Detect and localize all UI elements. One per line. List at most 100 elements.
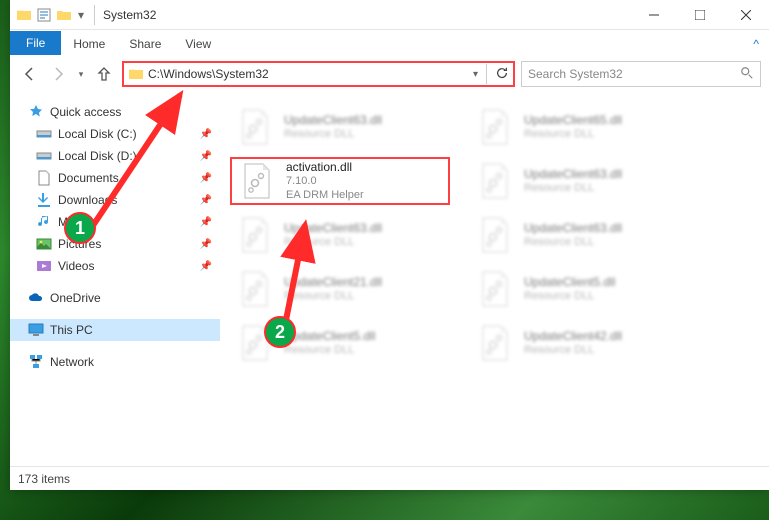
file-name: UpdateClient5.dll [524,275,615,290]
file-item-highlighted[interactable]: activation.dll 7.10.0 EA DRM Helper [230,157,450,205]
sidebar-item-disk-d[interactable]: Local Disk (D:)📌 [10,145,220,167]
file-name: UpdateClient21.dll [284,275,382,290]
file-item[interactable]: UpdateClient65.dll Resource DLL [470,103,690,151]
tab-view[interactable]: View [173,33,223,55]
file-item[interactable]: UpdateClient63.dll Resource DLL [230,211,450,259]
back-button[interactable] [18,62,42,86]
tab-home[interactable]: Home [61,33,117,55]
qat-new-folder-icon[interactable] [56,7,72,23]
annotation-marker-2: 2 [264,316,296,348]
content-area: Quick access Local Disk (C:)📌 Local Disk… [10,93,769,466]
forward-button[interactable] [46,62,70,86]
dll-icon [474,268,516,310]
network-icon [28,354,44,370]
search-input[interactable]: Search System32 [521,61,761,87]
sidebar-network[interactable]: Network [10,351,220,373]
sidebar-item-documents[interactable]: Documents📌 [10,167,220,189]
file-item[interactable]: UpdateClient42.dll Resource DLL [470,319,690,367]
file-item[interactable]: UpdateClient63.dll Resource DLL [470,211,690,259]
dll-icon [474,214,516,256]
file-desc: Resource DLL [524,128,622,142]
file-desc: Resource DLL [524,344,622,358]
status-bar: 173 items [10,466,769,490]
videos-icon [36,258,52,274]
ribbon-tabs: File Home Share View ^ [10,30,769,55]
pin-icon: 📌 [200,173,212,184]
close-button[interactable] [723,0,769,30]
dll-icon [234,268,276,310]
sidebar-item-downloads[interactable]: Downloads📌 [10,189,220,211]
file-list: UpdateClient63.dll Resource DLL UpdateCl… [220,93,769,466]
sidebar: Quick access Local Disk (C:)📌 Local Disk… [10,93,220,466]
sidebar-item-videos[interactable]: Videos📌 [10,255,220,277]
dll-icon [474,160,516,202]
file-name: UpdateClient63.dll [524,221,622,236]
file-item[interactable]: UpdateClient5.dll Resource DLL [470,265,690,313]
address-bar[interactable]: C:\Windows\System32 ▾ [122,61,515,87]
tab-share[interactable]: Share [117,33,173,55]
monitor-icon [28,322,44,338]
sidebar-item-music[interactable]: Music📌 [10,211,220,233]
dll-icon [234,106,276,148]
quick-access-header[interactable]: Quick access [10,101,220,123]
drive-icon [36,148,52,164]
chevron-down-icon[interactable]: ▾ [473,69,478,80]
qat-dropdown[interactable]: ▾ [78,8,84,22]
file-item[interactable]: UpdateClient21.dll Resource DLL [230,265,450,313]
cloud-icon [28,290,44,306]
item-count: 173 items [18,472,70,486]
file-desc: Resource DLL [284,128,382,142]
titlebar: ▾ System32 [10,0,769,30]
file-desc: Resource DLL [284,290,382,304]
tab-file[interactable]: File [10,31,61,55]
pin-icon: 📌 [200,195,212,206]
drive-icon [36,126,52,142]
folder-icon [16,7,32,23]
dll-icon [474,322,516,364]
window-title: System32 [99,8,631,22]
pin-icon: 📌 [200,217,212,228]
pin-icon: 📌 [200,151,212,162]
file-item[interactable]: UpdateClient5.dll Resource DLL [230,319,450,367]
file-name: UpdateClient65.dll [524,113,622,128]
pin-icon: 📌 [200,239,212,250]
up-button[interactable] [92,62,116,86]
file-desc: Resource DLL [524,290,615,304]
pin-icon: 📌 [200,129,212,140]
ribbon-expand-icon[interactable]: ^ [743,33,769,55]
refresh-button[interactable] [495,66,509,83]
maximize-button[interactable] [677,0,723,30]
file-name: UpdateClient63.dll [284,113,382,128]
sidebar-onedrive[interactable]: OneDrive [10,287,220,309]
star-icon [28,104,44,120]
file-desc: Resource DLL [524,236,622,250]
folder-icon [128,66,144,82]
file-name: UpdateClient5.dll [284,329,375,344]
dll-icon [474,106,516,148]
music-icon [36,214,52,230]
explorer-window: ▾ System32 File Home Share View ^ [10,0,769,490]
file-desc: Resource DLL [524,182,622,196]
search-icon [740,66,754,83]
address-path: C:\Windows\System32 [148,67,469,81]
sidebar-item-disk-c[interactable]: Local Disk (C:)📌 [10,123,220,145]
recent-dropdown[interactable]: ▾ [74,62,88,86]
file-name: activation.dll [286,160,364,175]
sidebar-item-pictures[interactable]: Pictures📌 [10,233,220,255]
annotation-marker-1: 1 [64,212,96,244]
pin-icon: 📌 [200,261,212,272]
file-desc: Resource DLL [284,344,375,358]
qat-properties-icon[interactable] [36,7,52,23]
file-desc: EA DRM Helper [286,189,364,203]
file-item[interactable]: UpdateClient63.dll Resource DLL [230,103,450,151]
search-placeholder: Search System32 [528,67,623,81]
file-version: 7.10.0 [286,175,364,189]
nav-toolbar: ▾ C:\Windows\System32 ▾ Search System32 [10,55,769,93]
file-item[interactable]: UpdateClient63.dll Resource DLL [470,157,690,205]
sidebar-thispc[interactable]: This PC [10,319,220,341]
dll-icon [234,214,276,256]
file-name: UpdateClient63.dll [524,167,622,182]
minimize-button[interactable] [631,0,677,30]
downloads-icon [36,192,52,208]
dll-icon [236,160,278,202]
